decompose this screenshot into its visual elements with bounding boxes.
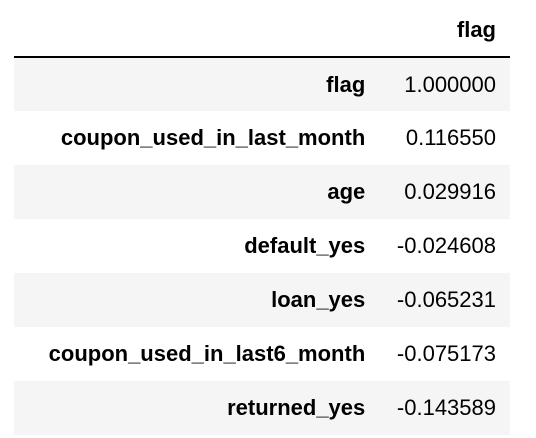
- correlation-table: flag flag 1.000000 coupon_used_in_last_m…: [14, 4, 510, 435]
- row-index-label: default_yes: [244, 233, 366, 258]
- row-index-label: coupon_used_in_last_month: [60, 125, 366, 150]
- table-row: default_yes -0.024608: [14, 219, 510, 273]
- dataframe-output: flag flag 1.000000 coupon_used_in_last_m…: [0, 0, 536, 438]
- row-value: -0.143589: [396, 395, 496, 420]
- table-row: coupon_used_in_last6_month -0.075173: [14, 327, 510, 381]
- column-header-flag: flag: [385, 4, 510, 58]
- row-index-label: returned_yes: [227, 395, 366, 420]
- row-value: -0.075173: [396, 341, 496, 366]
- table-row: flag 1.000000: [14, 57, 510, 111]
- row-index-label: flag: [326, 71, 366, 97]
- row-value: -0.065231: [396, 287, 496, 312]
- table-row: coupon_used_in_last_month 0.116550: [14, 111, 510, 165]
- table-row: returned_yes -0.143589: [14, 381, 510, 435]
- header-row: flag: [14, 4, 510, 58]
- row-index-label: age: [327, 179, 366, 204]
- row-value: 0.116550: [405, 125, 496, 150]
- row-value: 0.029916: [404, 179, 496, 204]
- table-header: flag: [14, 4, 510, 58]
- row-index-label: coupon_used_in_last6_month: [48, 341, 366, 366]
- row-value: -0.024608: [396, 233, 496, 258]
- table-row: loan_yes -0.065231: [14, 273, 510, 327]
- table-body: flag 1.000000 coupon_used_in_last_month …: [14, 57, 510, 435]
- index-header: [14, 4, 386, 58]
- row-value: 1.000000: [404, 71, 496, 97]
- row-index-label: loan_yes: [271, 287, 366, 312]
- table-row: age 0.029916: [14, 165, 510, 219]
